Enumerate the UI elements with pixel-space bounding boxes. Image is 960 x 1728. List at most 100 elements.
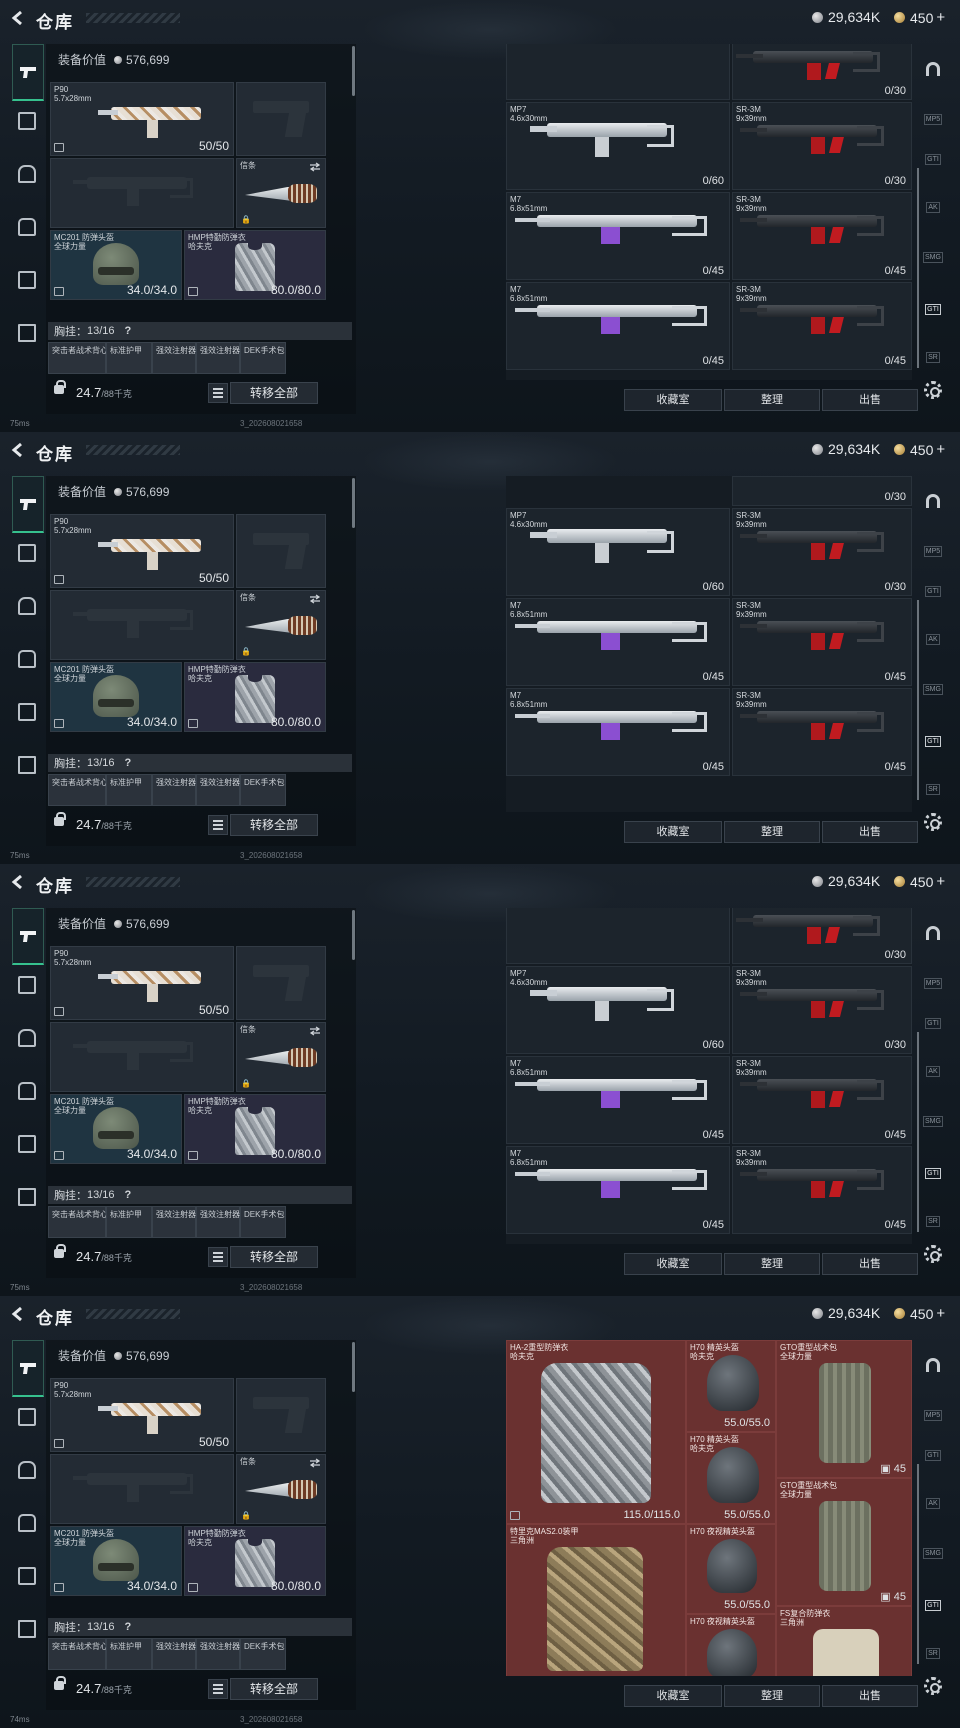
inventory-cell[interactable]: MP7 4.6x30mm 0/60 [506, 966, 730, 1054]
collection-room-button[interactable]: 收藏室 [624, 1685, 722, 1707]
inventory-cell[interactable]: HA-2重型防弹衣 哈夫克 115.0/115.0 [506, 1340, 686, 1524]
armor-slot[interactable]: HMP特勤防弹衣 哈夫克 80.0/80.0 [184, 662, 326, 732]
primary-weapon-slot[interactable]: P90 5.7x28mm 50/50 [50, 1378, 234, 1452]
transfer-all-button[interactable]: 转移全部 [230, 1246, 318, 1268]
gear-icon[interactable] [924, 1245, 942, 1263]
nav-weapons-tab[interactable] [12, 1340, 44, 1397]
sidearm-slot[interactable] [236, 82, 326, 156]
right-nav-tab[interactable]: SMG [922, 678, 944, 700]
right-nav-tab[interactable]: AK [922, 196, 944, 218]
back-arrow-icon[interactable] [10, 442, 26, 458]
sell-button[interactable]: 出售 [822, 1253, 918, 1275]
armor-slot[interactable]: HMP特勤防弹衣 哈夫克 80.0/80.0 [184, 230, 326, 300]
right-nav-tab[interactable]: SMG [922, 1542, 944, 1564]
chest-item[interactable]: 突击者战术背心 [48, 1638, 108, 1670]
warehouse-scrollbar[interactable] [917, 1464, 919, 1664]
chest-item[interactable]: 标准护甲 [106, 342, 152, 374]
sell-button[interactable]: 出售 [822, 1685, 918, 1707]
inventory-cell[interactable] [506, 44, 730, 100]
chest-item[interactable]: 强效注射器 [152, 1638, 196, 1670]
nav-backpack-tab[interactable] [12, 212, 42, 242]
secondary-weapon-slot[interactable] [50, 1454, 234, 1524]
gear-icon[interactable] [924, 813, 942, 831]
chest-item[interactable]: 强效注射器 [152, 1206, 196, 1238]
chest-item[interactable]: 强效注射器 [196, 774, 240, 806]
primary-weapon-slot[interactable]: P90 5.7x28mm 50/50 [50, 946, 234, 1020]
helmet-slot[interactable]: MC201 防弹头盔 全球力量 34.0/34.0 [50, 1094, 182, 1164]
right-nav-tab[interactable]: MP5 [922, 972, 944, 994]
inventory-cell[interactable]: H70 精英头盔 哈夫克 55.0/55.0 [686, 1340, 776, 1432]
right-nav-tab[interactable]: MP5 [922, 108, 944, 130]
lock-icon[interactable] [54, 380, 66, 394]
nav-helmet-tab[interactable] [12, 591, 42, 621]
swap-icon[interactable] [309, 594, 321, 604]
nav-weapons-tab[interactable] [12, 476, 44, 533]
chest-item[interactable]: 突击者战术背心 [48, 1206, 108, 1238]
right-nav-tab[interactable]: GTI [922, 730, 944, 752]
chest-item[interactable]: DEK手术包 [240, 342, 286, 374]
inventory-cell[interactable]: SR-3M 9x39mm 0/45 [732, 192, 912, 280]
primary-weapon-slot[interactable]: P90 5.7x28mm 50/50 [50, 82, 234, 156]
back-arrow-icon[interactable] [10, 10, 26, 26]
right-nav-ring[interactable] [922, 922, 944, 944]
swap-icon[interactable] [309, 1026, 321, 1036]
right-nav-tab[interactable]: GTI [922, 1162, 944, 1184]
nav-helmet-tab[interactable] [12, 1023, 42, 1053]
chest-item[interactable]: 强效注射器 [196, 1638, 240, 1670]
right-nav-tab[interactable]: GTI [922, 148, 944, 170]
sort-button[interactable]: 整理 [724, 1685, 820, 1707]
list-icon[interactable] [208, 815, 228, 835]
primary-weapon-slot[interactable]: P90 5.7x28mm 50/50 [50, 514, 234, 588]
right-nav-ring[interactable] [922, 58, 944, 80]
gold-balance[interactable]: 450 + [894, 873, 945, 890]
warehouse-scrollbar[interactable] [917, 600, 919, 800]
add-gold-icon[interactable]: + [936, 9, 945, 26]
nav-toolbox-tab[interactable] [12, 750, 42, 780]
nav-weapons-tab[interactable] [12, 908, 44, 965]
nav-supplies-tab[interactable] [12, 1561, 42, 1591]
melee-slot[interactable]: 信条 🔒 [236, 1454, 326, 1524]
inventory-cell[interactable]: M7 6.8x51mm 0/45 [506, 688, 730, 776]
inventory-cell[interactable]: M7 6.8x51mm 0/45 [506, 282, 730, 370]
armor-slot[interactable]: HMP特勤防弹衣 哈夫克 80.0/80.0 [184, 1094, 326, 1164]
nav-vest-tab[interactable] [12, 538, 42, 568]
nav-vest-tab[interactable] [12, 106, 42, 136]
chest-item[interactable]: 强效注射器 [196, 342, 240, 374]
right-nav-tab[interactable]: MP5 [922, 540, 944, 562]
help-icon[interactable]: ? [125, 1621, 132, 1633]
chest-item[interactable]: 强效注射器 [152, 774, 196, 806]
chest-rig-bar[interactable]: 胸挂： 13 /16 ? [48, 754, 352, 772]
melee-slot[interactable]: 信条 🔒 [236, 158, 326, 228]
nav-supplies-tab[interactable] [12, 265, 42, 295]
inventory-cell[interactable]: GTO重型战术包 全球力量 ▣ 45 [776, 1340, 912, 1478]
gear-icon[interactable] [924, 1677, 942, 1695]
chest-item[interactable]: DEK手术包 [240, 1206, 286, 1238]
list-icon[interactable] [208, 1247, 228, 1267]
transfer-all-button[interactable]: 转移全部 [230, 1678, 318, 1700]
secondary-weapon-slot[interactable] [50, 1022, 234, 1092]
nav-backpack-tab[interactable] [12, 1076, 42, 1106]
inventory-cell[interactable]: H70 夜视精英头盔 55.0/55.0 [686, 1524, 776, 1614]
chest-item[interactable]: 突击者战术背心 [48, 342, 108, 374]
collection-room-button[interactable]: 收藏室 [624, 821, 722, 843]
helmet-slot[interactable]: MC201 防弹头盔 全球力量 34.0/34.0 [50, 662, 182, 732]
sell-button[interactable]: 出售 [822, 821, 918, 843]
nav-backpack-tab[interactable] [12, 644, 42, 674]
inventory-cell[interactable] [506, 908, 730, 964]
nav-vest-tab[interactable] [12, 970, 42, 1000]
chest-rig-bar[interactable]: 胸挂： 13 /16 ? [48, 1618, 352, 1636]
nav-helmet-tab[interactable] [12, 159, 42, 189]
inventory-cell[interactable]: 0/30 [732, 44, 912, 100]
chest-item[interactable]: 标准护甲 [106, 1206, 152, 1238]
right-nav-tab[interactable]: AK [922, 1060, 944, 1082]
nav-toolbox-tab[interactable] [12, 1614, 42, 1644]
add-gold-icon[interactable]: + [936, 441, 945, 458]
inventory-cell[interactable]: SR-3M 9x39mm 0/45 [732, 282, 912, 370]
chest-item[interactable]: DEK手术包 [240, 1638, 286, 1670]
inventory-cell[interactable]: M7 6.8x51mm 0/45 [506, 598, 730, 686]
gold-balance[interactable]: 450 + [894, 1305, 945, 1322]
nav-supplies-tab[interactable] [12, 1129, 42, 1159]
lock-icon[interactable] [54, 1244, 66, 1258]
lock-icon[interactable] [54, 1676, 66, 1690]
inventory-cell[interactable]: H70 夜视精英头盔 [686, 1614, 776, 1676]
